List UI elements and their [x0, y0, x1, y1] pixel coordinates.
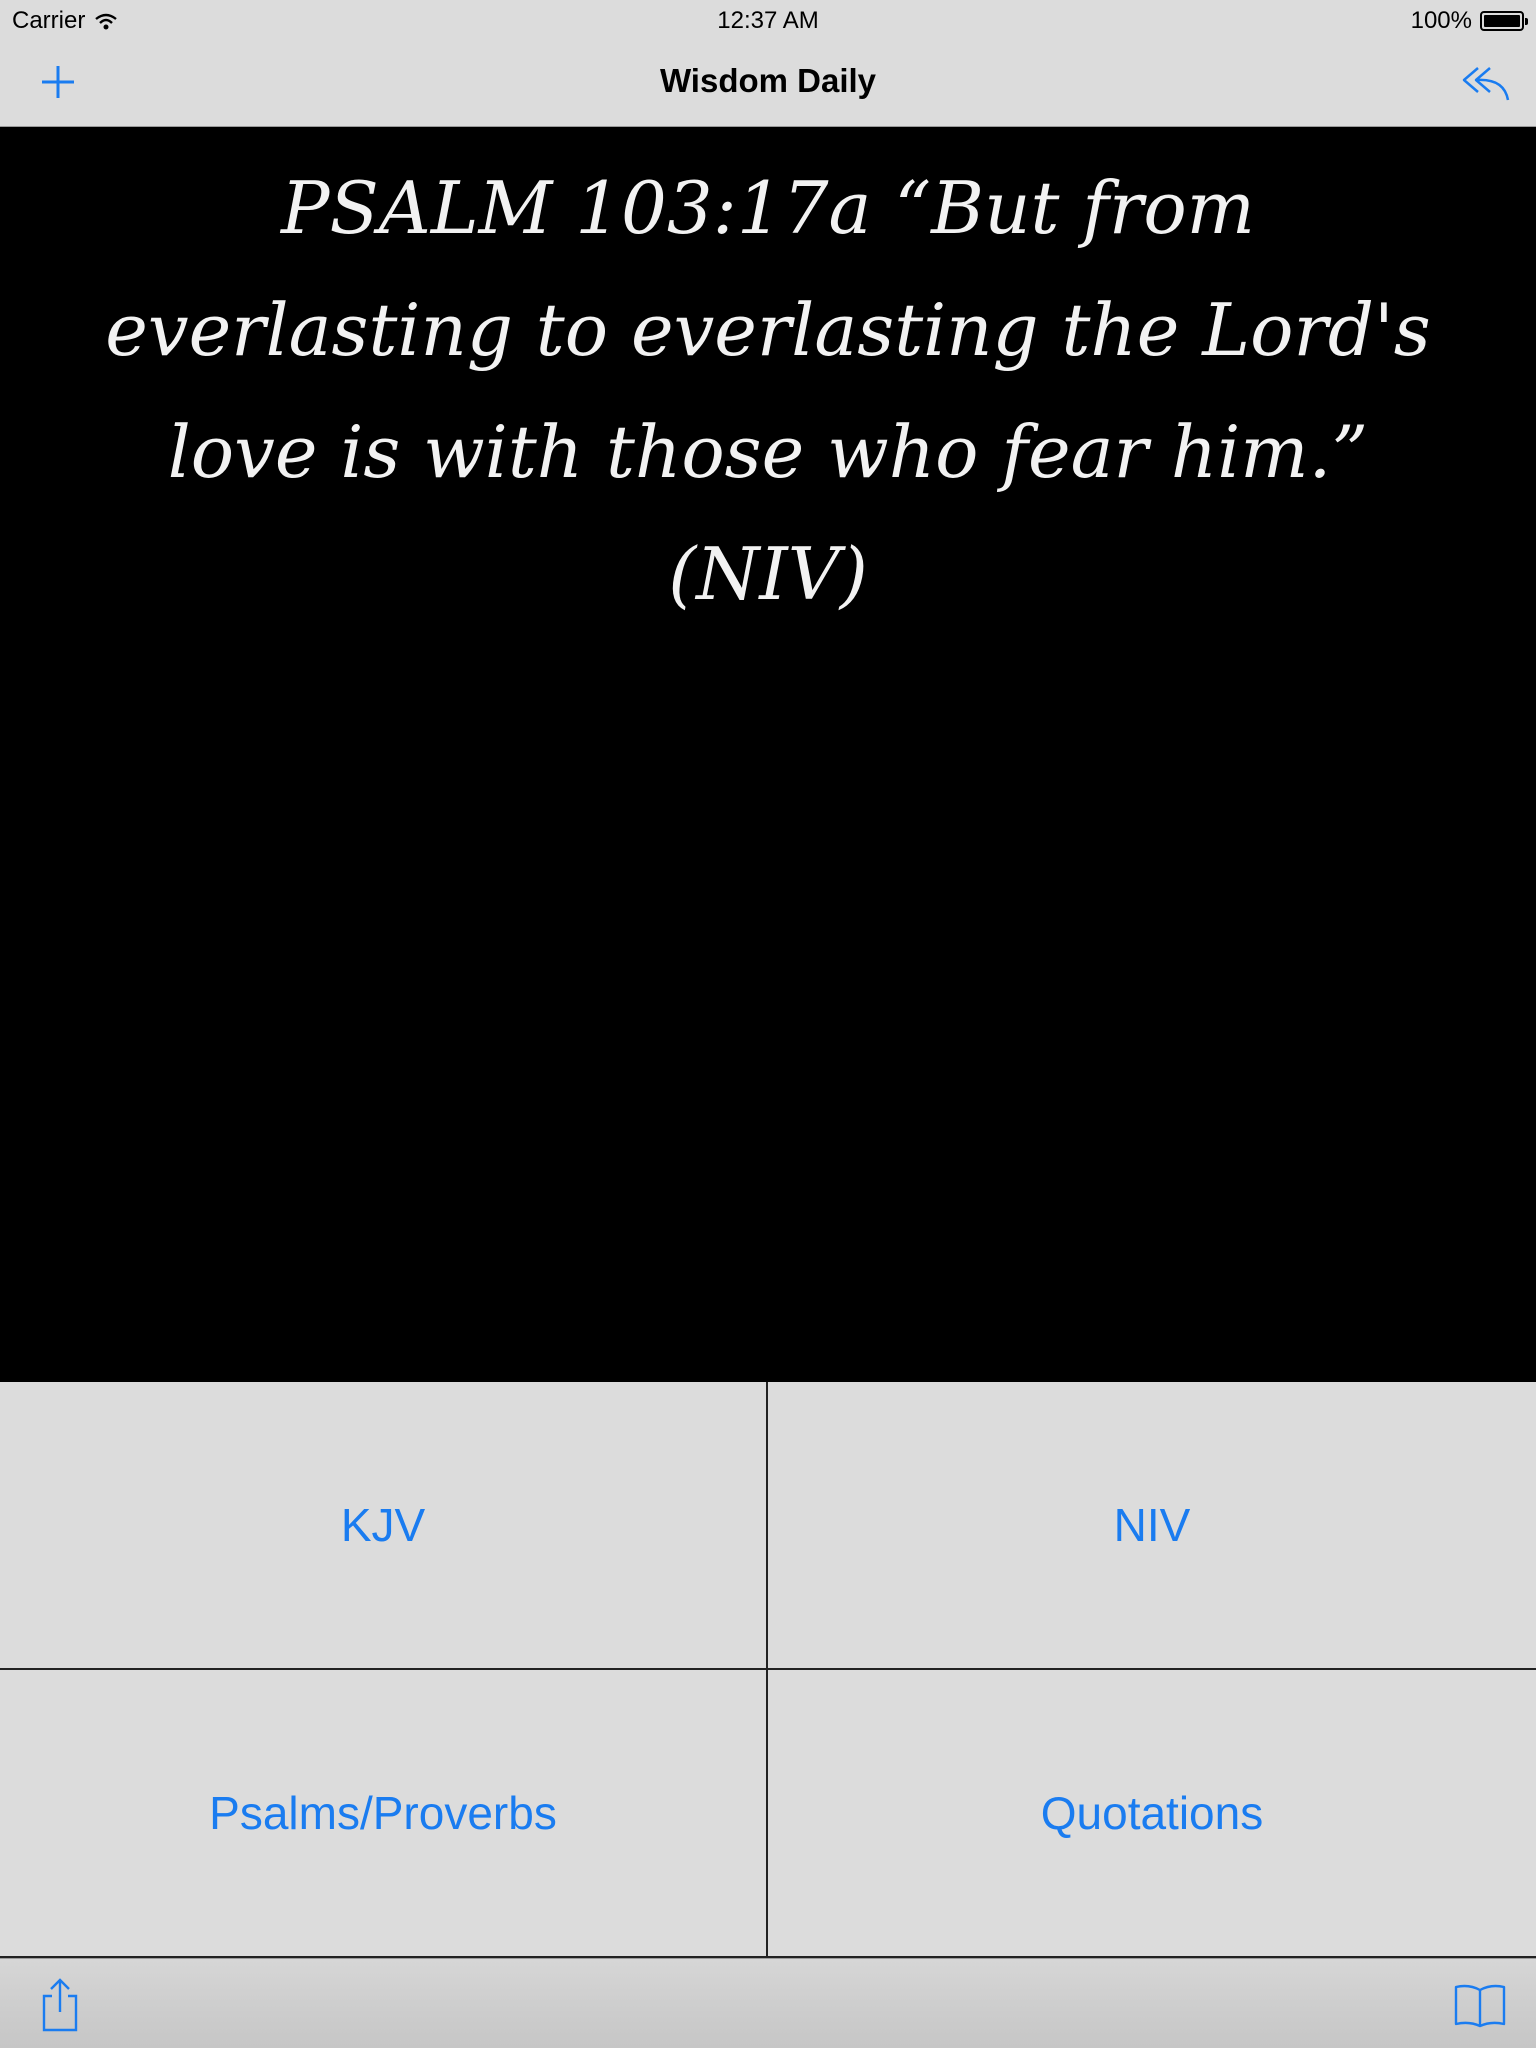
niv-button[interactable]: NIV	[768, 1382, 1536, 1670]
book-icon	[1454, 1984, 1506, 2028]
battery-percent: 100%	[1410, 7, 1472, 34]
quotations-button[interactable]: Quotations	[768, 1670, 1536, 1958]
status-time: 12:37 AM	[717, 7, 819, 34]
share-button[interactable]	[30, 1975, 90, 2035]
reply-icon	[1462, 67, 1510, 101]
status-bar: Carrier 12:37 AM 100%	[0, 0, 1536, 40]
reply-button[interactable]	[1456, 56, 1516, 108]
navigation-bar: Wisdom Daily	[0, 40, 1536, 127]
verse-display: PSALM 103:17a “But from everlasting to e…	[0, 127, 1536, 1382]
bookmarks-button[interactable]	[1450, 1975, 1510, 2035]
battery-icon	[1480, 11, 1528, 31]
share-icon	[42, 1978, 78, 2032]
bottom-toolbar	[0, 1958, 1536, 2048]
category-grid: KJV NIV Psalms/Proverbs Quotations	[0, 1382, 1536, 1958]
battery-info: 100%	[1410, 7, 1528, 35]
page-title: Wisdom Daily	[659, 62, 877, 99]
verse-text: PSALM 103:17a “But from everlasting to e…	[105, 166, 1431, 616]
psalms-proverbs-button[interactable]: Psalms/Proverbs	[0, 1670, 768, 1958]
kjv-button[interactable]: KJV	[0, 1382, 768, 1670]
